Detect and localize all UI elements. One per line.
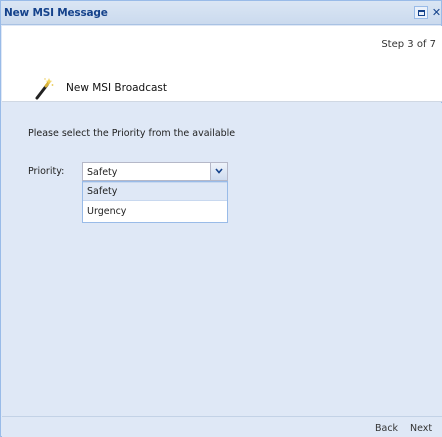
close-button[interactable]: ✕: [430, 6, 442, 19]
priority-selected-value: Safety: [87, 167, 118, 178]
instruction-text: Please select the Priority from the avai…: [28, 128, 236, 139]
dropdown-trigger[interactable]: [210, 163, 227, 180]
chevron-down-icon: [215, 168, 223, 174]
close-icon: ✕: [431, 6, 442, 19]
window-titlebar[interactable]: New MSI Message ✕: [1, 1, 441, 25]
wizard-content: Please select the Priority from the avai…: [2, 103, 442, 416]
window-title: New MSI Message: [4, 7, 108, 19]
option-safety[interactable]: Safety: [83, 182, 227, 201]
option-urgency[interactable]: Urgency: [83, 202, 227, 221]
wizard-title: New MSI Broadcast: [66, 82, 168, 94]
wizard-header: Step 3 of 7 New MSI Broadcast: [2, 26, 442, 102]
msi-message-window: New MSI Message ✕ Step 3 of 7 New MSI Br…: [0, 0, 442, 437]
maximize-icon: [418, 10, 425, 16]
priority-label: Priority:: [28, 166, 65, 177]
back-button[interactable]: Back: [375, 423, 398, 434]
priority-dropdown-list: Safety Urgency: [82, 181, 228, 223]
maximize-button[interactable]: [414, 6, 428, 19]
wizard-footer: Back Next: [2, 416, 442, 437]
next-button[interactable]: Next: [410, 423, 432, 434]
priority-combobox[interactable]: Safety: [82, 162, 228, 181]
step-indicator: Step 3 of 7: [381, 39, 436, 50]
wand-icon: [35, 78, 54, 100]
